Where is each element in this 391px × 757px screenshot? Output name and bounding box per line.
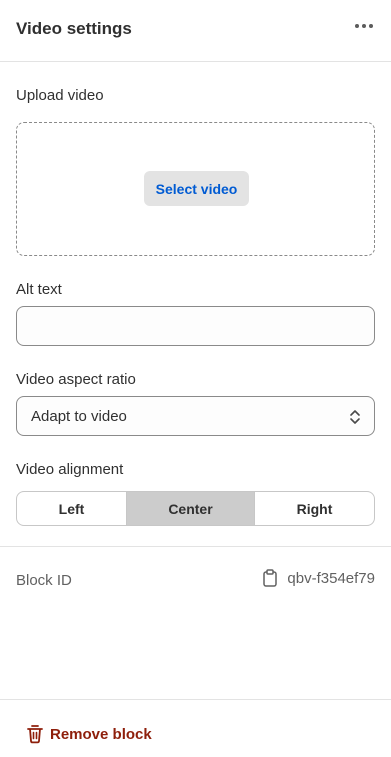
- footer-divider: [0, 699, 391, 700]
- aspect-ratio-value: Adapt to video: [31, 408, 127, 425]
- video-dropzone[interactable]: Select video: [16, 122, 375, 256]
- alignment-right-option[interactable]: Right: [255, 492, 374, 525]
- remove-block-button[interactable]: Remove block: [26, 724, 152, 744]
- alt-text-label: Alt text: [16, 281, 62, 298]
- panel-header: Video settings: [0, 0, 391, 62]
- more-actions-button[interactable]: [351, 16, 377, 36]
- select-chevrons-icon: [350, 410, 360, 424]
- panel-title: Video settings: [16, 19, 132, 38]
- block-id-copy[interactable]: qbv-f354ef79: [263, 569, 375, 587]
- alignment-center-option[interactable]: Center: [127, 492, 255, 525]
- clipboard-icon: [263, 569, 278, 587]
- alignment-left-option[interactable]: Left: [17, 492, 127, 525]
- block-id-value: qbv-f354ef79: [287, 569, 375, 587]
- aspect-ratio-select[interactable]: Adapt to video: [16, 396, 375, 436]
- remove-block-label: Remove block: [50, 725, 152, 743]
- select-video-button[interactable]: Select video: [144, 171, 249, 206]
- block-id-label: Block ID: [16, 572, 72, 589]
- section-divider: [0, 546, 391, 547]
- video-alignment-label: Video alignment: [16, 461, 124, 478]
- trash-icon: [27, 725, 43, 744]
- alt-text-input[interactable]: [16, 306, 375, 346]
- upload-video-label: Upload video: [16, 87, 104, 104]
- aspect-ratio-label: Video aspect ratio: [16, 371, 136, 388]
- video-alignment-control: Left Center Right: [16, 491, 375, 526]
